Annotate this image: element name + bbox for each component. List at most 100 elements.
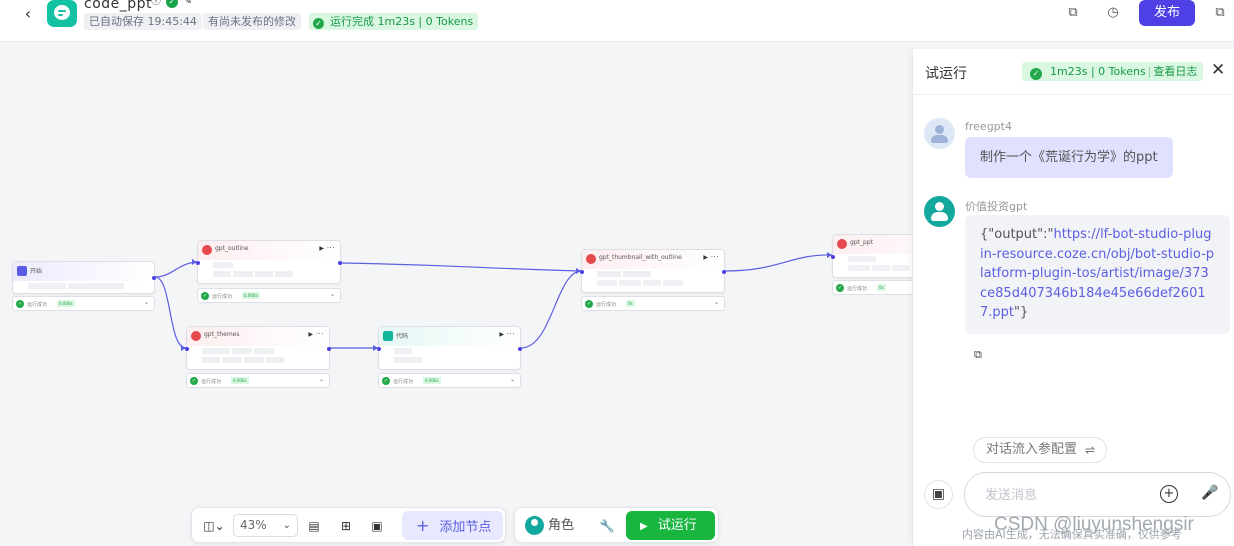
back-chevron-icon[interactable]: ‹ [18,4,38,24]
node-run-status[interactable]: ✓ 运行成功 0s ⌄ [581,296,725,311]
wrench-icon[interactable]: 🔧 [597,516,617,536]
code-node-icon [383,331,393,341]
workflow-node-gpt-outline[interactable]: gpt_outline ▶ ··· [196,240,342,284]
node-status-text: 运行成功 [201,379,222,385]
publish-button[interactable]: 发布 [1139,0,1195,26]
workflow-node-gpt-thumbnail-with-outline[interactable]: gpt_thumbnail_with_outline ▶ ··· [580,249,726,293]
chevron-down-icon[interactable]: ⌄ [510,376,515,383]
user-name: freegpt4 [965,120,1012,133]
run-node-icon[interactable]: ▶ [308,331,313,338]
history-icon[interactable]: ◷ [1104,4,1122,22]
plus-icon: + [416,516,430,535]
run-node-icon[interactable]: ▶ [703,254,708,261]
edit-icon[interactable]: ✎ [182,0,194,8]
run-node-icon[interactable]: ▶ [499,331,504,338]
input-port[interactable] [580,270,584,274]
add-node-button[interactable]: + 添加节点 [402,511,503,540]
zoom-select[interactable]: 43% ⌄ [233,514,298,537]
minimap-icon[interactable]: ▣ [367,516,387,536]
role-avatar-icon[interactable] [525,516,544,535]
autosave-tag: 已自动保存 19:45:44 [84,13,202,30]
run-toolbar: 角色 🔧 ▶ 试运行 [514,507,719,543]
node-title: 代码 [396,333,409,340]
input-port[interactable] [377,347,381,351]
watermark: CSDN @liuyunshengsir [994,514,1194,535]
run-summary-tag[interactable]: ✓ 1m23s | 0 Tokens | 查看日志 [1022,62,1204,81]
workflow-node-gpt-themes[interactable]: gpt_themes ▶ ··· [185,326,331,370]
close-icon[interactable]: ✕ [1211,60,1225,80]
unpublished-tag: 有尚未发布的修改 [203,13,301,30]
chevron-down-icon: ⌄ [282,520,291,531]
node-status-text: 运行成功 [212,294,233,300]
layout-icon[interactable]: ⊞ [336,516,356,536]
top-bar: ‹ code_ppt ⓘ ✓ ✎ 已自动保存 19:45:44 有尚未发布的修改… [0,0,1234,42]
view-log-link[interactable]: 查看日志 [1153,65,1197,78]
output-port[interactable] [338,261,342,265]
node-run-status[interactable]: ✓ 运行成功 0.000s ⌄ [12,296,155,311]
message-input-box: + 🎤 [964,472,1231,517]
output-port[interactable] [152,276,156,280]
message-input[interactable] [985,485,1145,505]
bot-name: 价值投资gpt [965,200,1028,213]
output-port[interactable] [327,347,331,351]
llm-node-icon [191,331,201,341]
input-port[interactable] [185,347,189,351]
user-avatar [924,118,955,149]
chevron-down-icon[interactable]: ⌄ [714,299,719,306]
chevron-down-icon[interactable]: ⌄ [319,376,324,383]
canvas-toolbar: ◫⌄ 43% ⌄ ▤ ⊞ ▣ + 添加节点 [191,507,506,543]
run-summary-text: 1m23s | 0 Tokens [1050,65,1146,78]
workflow-canvas[interactable]: 开始 ✓ 运行成功 0.000s ⌄ gpt_outline ▶ ··· ✓ 运行成… [0,42,976,546]
workflow-node-code[interactable]: 代码 ▶ ··· [377,326,522,370]
node-run-status[interactable]: ✓ 运行成功 0.000s ⌄ [378,373,521,388]
robot-icon[interactable]: ▣ [924,480,953,509]
success-check-icon: ✓ [585,300,593,308]
run-node-icon[interactable]: ▶ [319,245,324,252]
node-status-text: 运行成功 [393,379,414,385]
input-port[interactable] [196,261,200,265]
role-label[interactable]: 角色 [548,516,574,535]
copy-icon[interactable]: ⧉ [974,348,986,361]
bot-message-suffix: "} [1014,305,1029,320]
duplicate-icon[interactable]: ⧉ [1211,4,1229,22]
chevron-down-icon[interactable]: ⌄ [144,299,149,306]
copy-workflow-icon[interactable]: ⧉ [1064,4,1082,22]
more-icon[interactable]: ··· [316,330,324,338]
llm-node-icon [586,254,596,264]
llm-node-icon [202,245,212,255]
microphone-icon[interactable]: 🎤 [1201,485,1218,505]
output-port[interactable] [518,347,522,351]
node-status-badge: 0.000s [57,300,75,307]
config-label: 对话流入参配置 [986,442,1078,457]
success-check-icon: ✓ [836,284,844,292]
more-icon[interactable]: ··· [507,330,515,338]
node-status-badge: 0.000s [231,377,249,384]
node-run-status[interactable]: ✓ 运行成功 0.000s ⌄ [197,288,341,303]
dialog-input-config-button[interactable]: 对话流入参配置 ⇌ [973,437,1107,463]
node-title: 开始 [30,268,43,275]
pointer-mode-icon[interactable]: ◫⌄ [200,516,228,536]
node-run-status[interactable]: ✓ 运行成功 0.000s ⌄ [186,373,330,388]
llm-node-icon [837,239,847,249]
comment-icon[interactable]: ▤ [304,516,324,536]
trial-run-button[interactable]: ▶ 试运行 [626,511,715,540]
workflow-node-start[interactable]: 开始 [12,261,156,294]
success-check-icon: ✓ [201,292,209,300]
chevron-down-icon[interactable]: ⌄ [330,291,335,298]
success-check-icon: ✓ [1030,68,1042,80]
add-attachment-icon[interactable]: + [1160,485,1178,503]
bot-avatar [924,196,955,227]
run-status-text: 运行完成 1m23s | 0 Tokens [330,15,474,28]
play-icon: ▶ [640,521,648,532]
start-node-icon [17,266,27,276]
info-icon[interactable]: ⓘ [150,0,162,8]
output-port[interactable] [722,270,726,274]
success-check-icon: ✓ [190,377,198,385]
more-icon[interactable]: ··· [711,253,719,261]
input-port[interactable] [831,255,835,259]
trial-run-panel: 试运行 ✓ 1m23s | 0 Tokens | 查看日志 ✕ freegpt4 制作… [912,49,1234,546]
run-status-tag[interactable]: ✓ 运行完成 1m23s | 0 Tokens [309,13,479,30]
node-status-badge: 0s [877,284,886,291]
node-title: gpt_ppt [850,239,873,246]
more-icon[interactable]: ··· [327,244,335,252]
